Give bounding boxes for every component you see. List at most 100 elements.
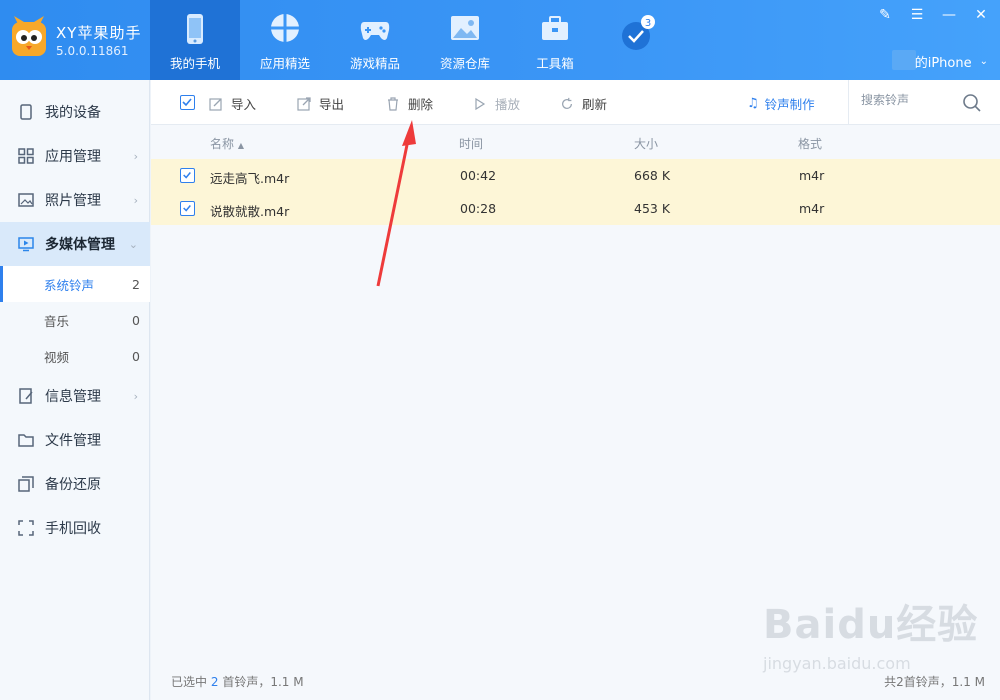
play-icon bbox=[473, 97, 487, 111]
sidebar-item-label: 手机回收 bbox=[45, 521, 101, 537]
chevron-right-icon: › bbox=[133, 149, 138, 163]
sidebar-subitem-music[interactable]: 音乐 0 bbox=[0, 302, 150, 338]
play-button[interactable]: 播放 bbox=[473, 94, 520, 113]
music-note-icon: ♫ bbox=[747, 96, 759, 111]
sidebar-item-label: 应用管理 bbox=[45, 149, 101, 165]
minimize-icon[interactable]: — bbox=[940, 6, 958, 24]
sidebar-item-label: 多媒体管理 bbox=[45, 237, 115, 253]
ringtone-maker-button[interactable]: ♫ 铃声制作 bbox=[747, 94, 815, 113]
sidebar-subitem-video[interactable]: 视频 0 bbox=[0, 338, 150, 374]
play-label: 播放 bbox=[495, 97, 521, 112]
notification-badge-count: 3 bbox=[645, 18, 651, 29]
sidebar-item-media-management[interactable]: 多媒体管理 ⌄ bbox=[0, 222, 150, 266]
column-header-format[interactable]: 格式 bbox=[798, 135, 822, 152]
gamepad-icon bbox=[360, 22, 390, 40]
skin-icon[interactable]: ✎ bbox=[876, 6, 894, 24]
delete-button[interactable]: 删除 bbox=[386, 94, 433, 113]
table-header: 名称 ▲ 时间 大小 格式 bbox=[151, 125, 1000, 159]
recycle-icon bbox=[18, 520, 34, 536]
export-icon bbox=[297, 96, 311, 111]
chevron-down-icon: ⌄ bbox=[128, 237, 138, 251]
column-header-name[interactable]: 名称 ▲ bbox=[210, 135, 244, 152]
selection-prefix: 已选中 bbox=[171, 675, 208, 689]
chevron-right-icon: › bbox=[133, 193, 138, 207]
app-name: XY苹果助手 bbox=[56, 24, 142, 42]
cell-format: m4r bbox=[799, 201, 825, 216]
selection-summary: 已选中 2 首铃声，1.1 M bbox=[171, 673, 304, 690]
sidebar-item-file-management[interactable]: 文件管理 bbox=[0, 418, 150, 462]
tab-label: 游戏精品 bbox=[349, 56, 400, 71]
tab-label: 应用精选 bbox=[259, 56, 310, 71]
folder-icon bbox=[18, 432, 34, 448]
import-button[interactable]: 导入 bbox=[209, 94, 256, 113]
check-icon bbox=[182, 98, 192, 107]
tab-toolbox[interactable]: 工具箱 bbox=[510, 0, 600, 80]
row-checkbox[interactable] bbox=[180, 168, 195, 183]
sidebar-subitem-label: 系统铃声 bbox=[44, 277, 95, 293]
tab-game-picks[interactable]: 游戏精品 bbox=[330, 0, 420, 80]
import-icon bbox=[209, 97, 223, 111]
selection-suffix: 首铃声，1.1 M bbox=[222, 675, 304, 689]
sidebar-item-app-management[interactable]: 应用管理 › bbox=[0, 134, 150, 178]
table-row[interactable]: 远走高飞.m4r 00:42 668 K m4r bbox=[151, 159, 1000, 192]
refresh-icon bbox=[560, 97, 574, 111]
column-header-size[interactable]: 大小 bbox=[634, 135, 658, 152]
tab-task-status[interactable]: 3 bbox=[590, 0, 680, 80]
sidebar-item-my-device[interactable]: 我的设备 bbox=[0, 90, 150, 134]
search-input[interactable] bbox=[861, 93, 961, 107]
sort-asc-icon: ▲ bbox=[237, 141, 244, 150]
tab-label: 工具箱 bbox=[536, 56, 574, 71]
selection-count: 2 bbox=[210, 675, 219, 689]
check-icon bbox=[183, 205, 191, 212]
total-summary: 共2首铃声，1.1 M bbox=[884, 675, 985, 689]
check-icon bbox=[183, 172, 191, 179]
image-icon bbox=[451, 16, 479, 40]
app-version: 5.0.0.11861 bbox=[56, 44, 129, 58]
sidebar-item-label: 我的设备 bbox=[45, 105, 101, 121]
search-box bbox=[848, 80, 1000, 125]
sidebar-subitem-count: 2 bbox=[132, 276, 140, 292]
table-row[interactable]: 说散就散.m4r 00:28 453 K m4r bbox=[151, 192, 1000, 225]
sidebar-subitem-count: 0 bbox=[132, 312, 140, 328]
chevron-right-icon: › bbox=[133, 389, 138, 403]
tab-resource-store[interactable]: 资源仓库 bbox=[420, 0, 510, 80]
sidebar-subitem-label: 音乐 bbox=[44, 313, 70, 329]
device-selector[interactable]: 的iPhone ⌄ bbox=[915, 52, 988, 71]
cell-size: 453 K bbox=[634, 201, 671, 216]
column-header-time[interactable]: 时间 bbox=[459, 135, 483, 152]
sidebar-item-photo-management[interactable]: 照片管理 › bbox=[0, 178, 150, 222]
close-icon[interactable]: ✕ bbox=[972, 6, 990, 24]
row-checkbox[interactable] bbox=[180, 201, 195, 216]
check-badge-icon: 3 bbox=[622, 15, 655, 50]
device-icon bbox=[18, 104, 34, 120]
trash-icon bbox=[386, 96, 400, 111]
photo-icon bbox=[18, 192, 34, 208]
sidebar-item-label: 备份还原 bbox=[45, 477, 101, 493]
cell-time: 00:28 bbox=[460, 201, 497, 216]
main-panel: 导入 导出 删除 播放 刷新 ♫ 铃声制作 名称 ▲ 时间 大小 格 bbox=[151, 80, 1000, 700]
search-icon[interactable] bbox=[962, 93, 982, 113]
sidebar-item-backup-restore[interactable]: 备份还原 bbox=[0, 462, 150, 506]
sidebar-item-label: 信息管理 bbox=[45, 389, 101, 405]
select-all-checkbox[interactable] bbox=[180, 95, 195, 110]
export-button[interactable]: 导出 bbox=[297, 94, 344, 113]
phone-icon bbox=[187, 14, 203, 44]
import-label: 导入 bbox=[231, 97, 257, 112]
sidebar: 我的设备 应用管理 › 照片管理 › 多媒体管理 ⌄ 系统铃声 2 音乐 0 视… bbox=[0, 80, 150, 700]
cell-name: 远走高飞.m4r bbox=[210, 171, 290, 186]
sidebar-item-message-management[interactable]: 信息管理 › bbox=[0, 374, 150, 418]
menu-icon[interactable]: ☰ bbox=[908, 6, 926, 24]
sidebar-subitem-system-ringtones[interactable]: 系统铃声 2 bbox=[0, 266, 150, 302]
tab-my-phone[interactable]: 我的手机 bbox=[150, 0, 240, 80]
tab-app-picks[interactable]: 应用精选 bbox=[240, 0, 330, 80]
chevron-down-icon: ⌄ bbox=[979, 56, 988, 67]
watermark-brand: Baidu经验 bbox=[763, 602, 979, 648]
tab-label: 资源仓库 bbox=[439, 56, 490, 71]
sidebar-item-phone-recycle[interactable]: 手机回收 bbox=[0, 506, 150, 550]
sidebar-item-label: 文件管理 bbox=[45, 433, 101, 449]
delete-label: 删除 bbox=[408, 97, 434, 112]
refresh-button[interactable]: 刷新 bbox=[560, 94, 607, 113]
toolbox-icon bbox=[542, 16, 568, 40]
sidebar-item-label: 照片管理 bbox=[45, 193, 101, 209]
media-icon bbox=[18, 236, 34, 252]
